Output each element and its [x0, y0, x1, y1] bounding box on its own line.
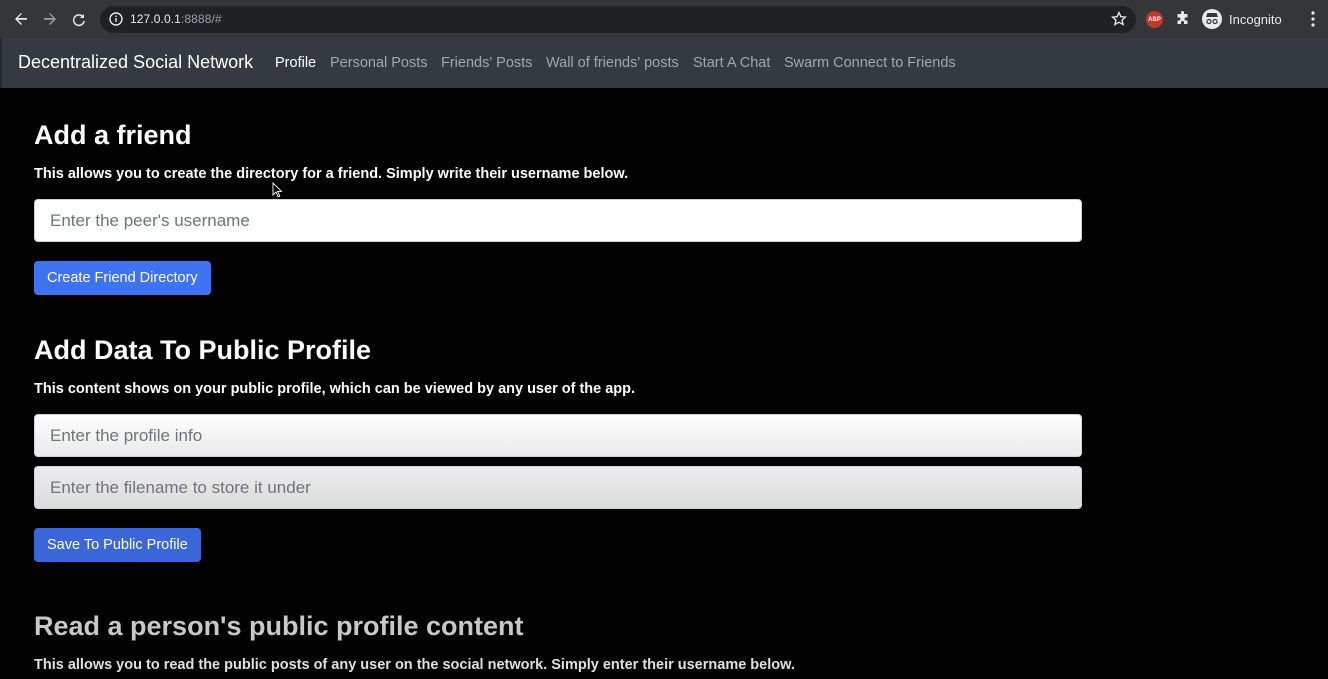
read-profile-title: Read a person's public profile content — [34, 611, 524, 641]
nav-link-start-a-chat[interactable]: Start A Chat — [693, 55, 770, 71]
url-text: 127.0.0.1:8888/# — [130, 12, 222, 26]
save-to-public-profile-button[interactable]: Save To Public Profile — [34, 528, 201, 562]
profile-filename-input[interactable] — [34, 466, 1082, 509]
back-arrow-icon[interactable] — [11, 9, 31, 29]
url-host: 127.0.0.1 — [130, 12, 181, 26]
site-info-icon[interactable] — [109, 12, 123, 26]
extensions-puzzle-icon[interactable] — [1175, 11, 1191, 27]
app-navbar: Decentralized Social Network Profile Per… — [0, 38, 1328, 88]
nav-link-friends-posts[interactable]: Friends' Posts — [441, 55, 532, 71]
browser-menu-icon[interactable] — [1305, 10, 1321, 28]
public-profile-title: Add Data To Public Profile — [34, 335, 372, 365]
nav-link-personal-posts[interactable]: Personal Posts — [330, 55, 428, 71]
reload-icon[interactable] — [69, 9, 89, 29]
create-friend-directory-button[interactable]: Create Friend Directory — [34, 261, 211, 295]
profile-info-input[interactable] — [34, 414, 1082, 457]
nav-link-swarm-connect[interactable]: Swarm Connect to Friends — [784, 55, 956, 71]
forward-arrow-icon[interactable] — [40, 9, 60, 29]
adblock-label: ABP — [1148, 16, 1161, 23]
add-friend-description: This allows you to create the directory … — [34, 166, 629, 182]
incognito-icon[interactable] — [1202, 9, 1222, 29]
incognito-label[interactable]: Incognito — [1229, 12, 1282, 27]
add-friend-title: Add a friend — [34, 120, 192, 150]
peer-username-input[interactable] — [34, 199, 1082, 242]
nav-link-wall-of-friends-posts[interactable]: Wall of friends' posts — [546, 55, 679, 71]
browser-toolbar: 127.0.0.1:8888/# ABP Incognito — [0, 0, 1328, 38]
read-profile-description: This allows you to read the public posts… — [34, 657, 795, 673]
navbar-brand[interactable]: Decentralized Social Network — [18, 52, 253, 73]
public-profile-description: This content shows on your public profil… — [34, 381, 636, 397]
mouse-cursor-icon — [272, 182, 283, 198]
nav-link-profile[interactable]: Profile — [275, 55, 316, 71]
adblock-extension-icon[interactable]: ABP — [1146, 11, 1163, 28]
url-path: :8888/# — [180, 12, 222, 26]
address-bar[interactable]: 127.0.0.1:8888/# — [100, 6, 1136, 33]
bookmark-star-icon[interactable] — [1111, 11, 1127, 27]
